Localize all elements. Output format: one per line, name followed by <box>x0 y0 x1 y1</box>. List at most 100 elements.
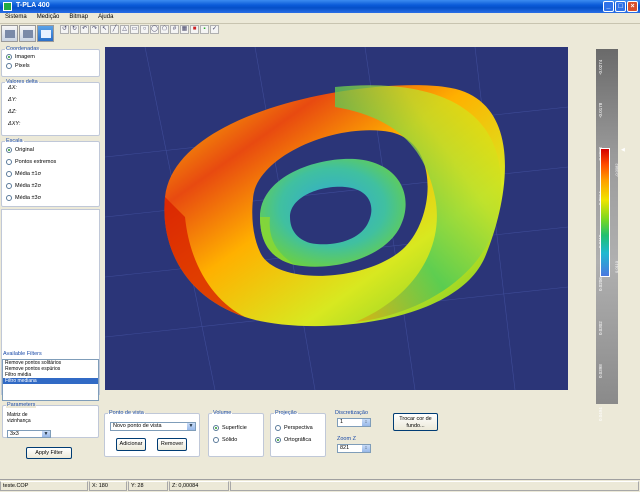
scale-label: -0.0178 <box>598 102 603 119</box>
escala-title: Escala <box>6 138 23 144</box>
spin-icon[interactable]: ↕ <box>362 419 370 426</box>
color-icon[interactable]: ■ <box>190 25 199 34</box>
parameters-label: Matriz de vizinhança <box>7 412 31 424</box>
ponto-de-vista-title: Ponto de vista <box>109 410 144 416</box>
radio-media-3s[interactable]: Média ±3σ <box>6 192 99 204</box>
radio-media-1s[interactable]: Média ±1σ <box>6 168 99 180</box>
scale-label: 0.0206 <box>598 277 603 292</box>
scale-label: 0.0302 <box>598 320 603 335</box>
radio-perspectiva[interactable]: Perspectiva <box>275 421 325 435</box>
trocar-cor-button[interactable]: Trocar cor de fundo... <box>393 413 438 431</box>
triangle-icon[interactable]: △ <box>120 25 129 34</box>
zoom-z-stepper[interactable]: 821 ↕ <box>337 444 371 453</box>
escala-group: Escala Original Pontos extremos Média ±1… <box>1 138 100 207</box>
circle-icon[interactable]: ○ <box>140 25 149 34</box>
coordenadas-group: Coordenadas Imagem Pixels <box>1 46 100 77</box>
surface-plot[interactable] <box>105 47 568 390</box>
tools-toolbar: ↺ ↻ ↶ ↷ ↖ ╱ △ ▭ ○ ◯ ⬠ # ▦ ■ ▪ ✓ <box>60 25 219 36</box>
grid-icon[interactable]: # <box>170 25 179 34</box>
window-title: T-PLA 400 <box>16 2 50 9</box>
discretizacao-stepper[interactable]: 1 ↕ <box>337 418 371 427</box>
adicionar-button[interactable]: Adicionar <box>116 438 146 451</box>
status-x: X: 180 <box>89 481 127 491</box>
projecao-title: Projeção <box>275 410 297 416</box>
chevron-down-icon[interactable]: ▼ <box>42 431 50 437</box>
apply-filter-button[interactable]: Apply Filter <box>26 447 72 459</box>
image-icon <box>4 29 15 38</box>
coordenadas-title: Coordenadas <box>6 46 40 52</box>
chevron-down-icon[interactable]: ▼ <box>187 423 195 430</box>
matriz-select[interactable]: 3x3 ▼ <box>7 430 51 438</box>
scale-panel: -0.0274-0.0178-0.00820.00140.01100.02060… <box>583 47 639 421</box>
filters-title: Available Filters <box>3 351 42 357</box>
view-3d-button[interactable] <box>37 25 54 42</box>
colorbar-bottom-label: 0.0110 <box>614 261 619 273</box>
scale-label: -0.0274 <box>598 59 603 75</box>
status-z: Z: 0,00084 <box>169 481 229 491</box>
left-panel: Coordenadas Imagem Pixels Valores delta … <box>1 46 101 397</box>
inner-ring <box>260 158 406 267</box>
view-toolbar <box>0 24 55 44</box>
delta-z: ΔZ: <box>8 109 17 115</box>
valores-delta-group: Valores delta ΔX: ΔY: ΔZ: ΔXY: <box>1 79 100 136</box>
zoom-z-label: Zoom Z <box>337 436 356 442</box>
menu-ajuda[interactable]: Ajuda <box>93 13 118 23</box>
filter-item-selected[interactable]: Filtro mediana <box>3 378 98 384</box>
ellipse-icon[interactable]: ◯ <box>150 25 159 34</box>
status-empty <box>230 481 639 491</box>
cube-icon <box>40 29 51 38</box>
3d-viewport[interactable] <box>105 47 568 390</box>
status-y: Y: 28 <box>128 481 168 491</box>
scale-label: 0.0494 <box>598 407 603 421</box>
delta-y: ΔY: <box>8 97 17 103</box>
title-bar: T-PLA 400 _ □ × <box>0 0 640 13</box>
radio-imagem[interactable]: Imagem <box>6 52 99 61</box>
line-icon[interactable]: ╱ <box>110 25 119 34</box>
save-icon[interactable]: ▪ <box>200 25 209 34</box>
status-bar: teste.COP X: 180 Y: 28 Z: 0,00084 <box>0 479 640 492</box>
rotate-right-icon[interactable]: ↻ <box>70 25 79 34</box>
chart-icon[interactable]: ▦ <box>180 25 189 34</box>
redo-icon[interactable]: ↷ <box>90 25 99 34</box>
rotate-left-icon[interactable]: ↺ <box>60 25 69 34</box>
view-2d-button[interactable] <box>1 25 18 42</box>
radio-media-2s[interactable]: Média ±2σ <box>6 180 99 192</box>
app-icon <box>3 2 12 11</box>
status-file: teste.COP <box>0 481 88 491</box>
close-button[interactable]: × <box>627 1 638 12</box>
radio-solido[interactable]: Sólido <box>213 435 263 444</box>
spin-icon[interactable]: ↕ <box>362 445 370 452</box>
volume-group: Volume Superfície Sólido <box>208 410 264 457</box>
radio-superficie[interactable]: Superfície <box>213 421 263 435</box>
volume-title: Volume <box>213 410 232 416</box>
radio-pontos-extremos[interactable]: Pontos extremos <box>6 156 99 168</box>
colorbar[interactable] <box>600 148 610 277</box>
check-icon[interactable]: ✓ <box>210 25 219 34</box>
projecao-group: Projeção Perspectiva Ortográfica <box>270 410 326 457</box>
table-icon <box>22 29 33 38</box>
parameters-title: Parameters <box>6 402 37 408</box>
colorbar-top-label: -0.0082 <box>614 163 619 177</box>
select-icon[interactable]: ↖ <box>100 25 109 34</box>
ponto-de-vista-select[interactable]: Novo ponto de vista ▼ <box>110 422 196 431</box>
menu-medicao[interactable]: Medição <box>32 13 65 23</box>
view-table-button[interactable] <box>19 25 36 42</box>
menu-bar: Sistema Medição Bitmap Ajuda <box>0 13 640 24</box>
radio-ortografica[interactable]: Ortográfica <box>275 435 325 444</box>
maximize-button[interactable]: □ <box>615 1 626 12</box>
filter-list[interactable]: Remove pontos solitários Remove pontos e… <box>2 359 99 401</box>
remover-button[interactable]: Remover <box>157 438 187 451</box>
undo-icon[interactable]: ↶ <box>80 25 89 34</box>
rectangle-icon[interactable]: ▭ <box>130 25 139 34</box>
delta-xy: ΔXY: <box>8 121 21 127</box>
colorbar-cursor-icon[interactable]: ◀ <box>621 147 625 153</box>
delta-x: ΔX: <box>8 85 17 91</box>
radio-original[interactable]: Original <box>6 144 99 156</box>
menu-bitmap[interactable]: Bitmap <box>64 13 93 23</box>
radio-pixels[interactable]: Pixels <box>6 61 99 70</box>
minimize-button[interactable]: _ <box>603 1 614 12</box>
scale-label: 0.0398 <box>598 363 603 378</box>
discretizacao-label: Discretização <box>335 410 369 416</box>
polygon-icon[interactable]: ⬠ <box>160 25 169 34</box>
menu-sistema[interactable]: Sistema <box>0 13 32 23</box>
